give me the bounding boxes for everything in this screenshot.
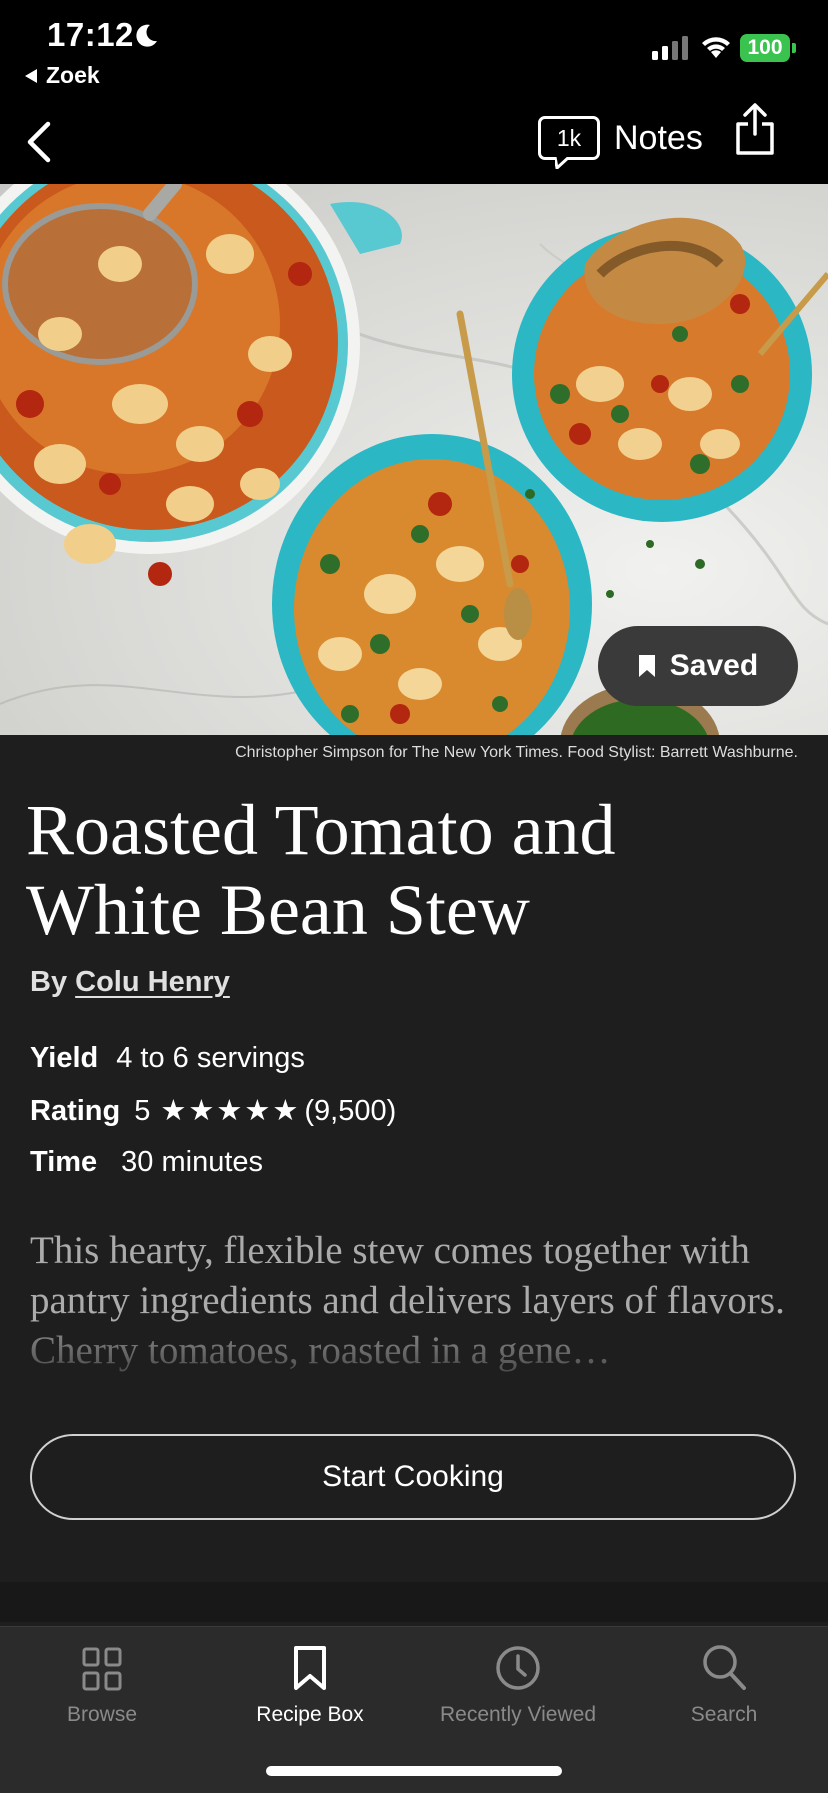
bookmark-icon: [294, 1646, 326, 1690]
recipe-title: Roasted Tomato and White Bean Stew: [26, 790, 786, 950]
home-indicator[interactable]: [266, 1766, 562, 1776]
start-cooking-button[interactable]: Start Cooking: [30, 1434, 796, 1520]
tab-browse[interactable]: Browse: [2, 1635, 202, 1727]
cellular-signal-icon: [652, 36, 688, 60]
rating-label: Rating: [30, 1095, 121, 1127]
recipe-title-line1: Roasted Tomato and: [26, 790, 616, 870]
back-to-app-link[interactable]: Zoek: [24, 62, 100, 89]
recipe-photo: Saved: [0, 184, 828, 735]
notes-bubble-icon: 1k: [538, 116, 600, 169]
rating-stars-icon: ★★★★★: [160, 1095, 301, 1127]
saved-label: Saved: [669, 649, 759, 682]
tab-browse-label: Browse: [66, 1703, 138, 1726]
next-section-peek: [0, 1582, 828, 1622]
tab-search-label: Search: [690, 1703, 758, 1726]
tab-recently-viewed-label: Recently Viewed: [439, 1703, 597, 1726]
search-icon: [703, 1645, 746, 1690]
yield-label: Yield: [30, 1042, 99, 1074]
time-row: Time 30 minutes: [30, 1146, 263, 1179]
wifi-icon: [702, 37, 730, 58]
notes-count: 1k: [556, 125, 582, 151]
time-label: Time: [30, 1146, 98, 1178]
tab-search[interactable]: Search: [624, 1635, 824, 1727]
rating-value: 5: [134, 1095, 151, 1127]
tab-recently-viewed[interactable]: Recently Viewed: [418, 1635, 618, 1727]
bookmark-filled-icon: [638, 655, 655, 677]
byline: By Colu Henry: [30, 966, 230, 999]
rating-count: (9,500): [304, 1095, 397, 1127]
back-app-label: Zoek: [46, 62, 100, 88]
battery-indicator: 100: [740, 34, 790, 62]
moon-icon: [136, 24, 157, 47]
back-triangle-icon: [25, 68, 37, 83]
yield-row: Yield 4 to 6 servings: [30, 1042, 305, 1075]
yield-value: 4 to 6 servings: [116, 1042, 305, 1074]
status-bar: 17:12 Zoek 100: [0, 0, 828, 100]
byline-prefix: By: [30, 966, 68, 998]
time-value: 30 minutes: [121, 1146, 264, 1178]
status-time: 17:12: [47, 16, 134, 53]
author-link[interactable]: Colu Henry: [75, 966, 230, 998]
grid-icon: [82, 1647, 122, 1691]
description-fade: [0, 1330, 828, 1390]
tab-recipe-box[interactable]: Recipe Box: [210, 1635, 410, 1727]
nav-bar: 1k Notes: [0, 100, 828, 184]
rating-row[interactable]: Rating 5 ★★★★★ (9,500): [30, 1093, 396, 1128]
back-chevron-icon[interactable]: [24, 120, 54, 164]
photo-credit: Christopher Simpson for The New York Tim…: [235, 744, 798, 761]
notes-button[interactable]: 1k Notes: [538, 116, 703, 169]
battery-tip: [792, 43, 796, 53]
recipe-title-line2: White Bean Stew: [26, 870, 530, 950]
saved-button[interactable]: Saved: [598, 626, 798, 706]
share-icon[interactable]: [734, 102, 776, 156]
clock-icon: [496, 1646, 540, 1690]
notes-label: Notes: [614, 118, 703, 157]
tab-recipe-box-label: Recipe Box: [256, 1703, 364, 1726]
